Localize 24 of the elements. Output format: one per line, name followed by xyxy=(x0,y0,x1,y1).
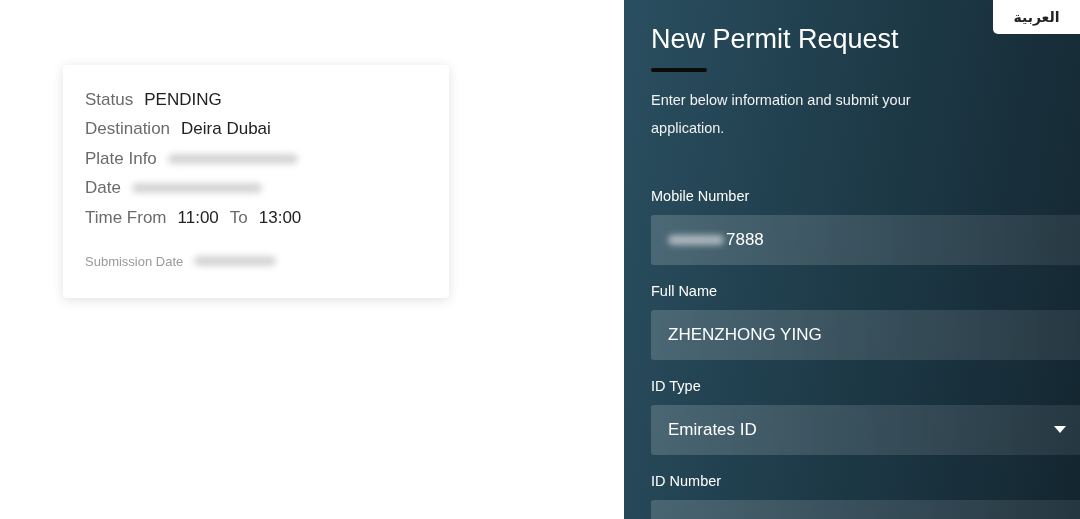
input-field[interactable]: 7888 xyxy=(651,215,1080,265)
language-button[interactable]: العربية xyxy=(993,0,1080,34)
form-description: Enter below information and submit your application. xyxy=(651,91,912,138)
field-label: Date xyxy=(85,178,121,199)
title-underline xyxy=(651,68,707,72)
field-value: PENDING xyxy=(144,89,222,110)
field-label: To xyxy=(229,207,248,228)
blurred-value xyxy=(668,235,724,245)
submission-label: Submission Date xyxy=(85,253,184,269)
field-label: Plate Info xyxy=(85,148,157,169)
select-field[interactable]: Emirates ID xyxy=(651,405,1080,455)
field-label: ID Type xyxy=(651,377,702,396)
field-value: 13:00 xyxy=(258,207,302,228)
input-field[interactable]: ZHENZHONG YING xyxy=(651,310,1080,360)
field-label: Destination xyxy=(85,119,171,140)
field-label: ID Number xyxy=(651,472,723,491)
field-value: Deira Dubai xyxy=(181,119,271,140)
field-value: 11:00 xyxy=(177,207,219,228)
field-label: Status xyxy=(85,89,134,110)
caret-icon xyxy=(1054,426,1066,433)
field-label: Full Name xyxy=(651,282,719,301)
field-label: Time From xyxy=(85,207,167,228)
form-title: New Permit Request xyxy=(651,23,900,56)
field-label: Mobile Number xyxy=(651,187,751,206)
